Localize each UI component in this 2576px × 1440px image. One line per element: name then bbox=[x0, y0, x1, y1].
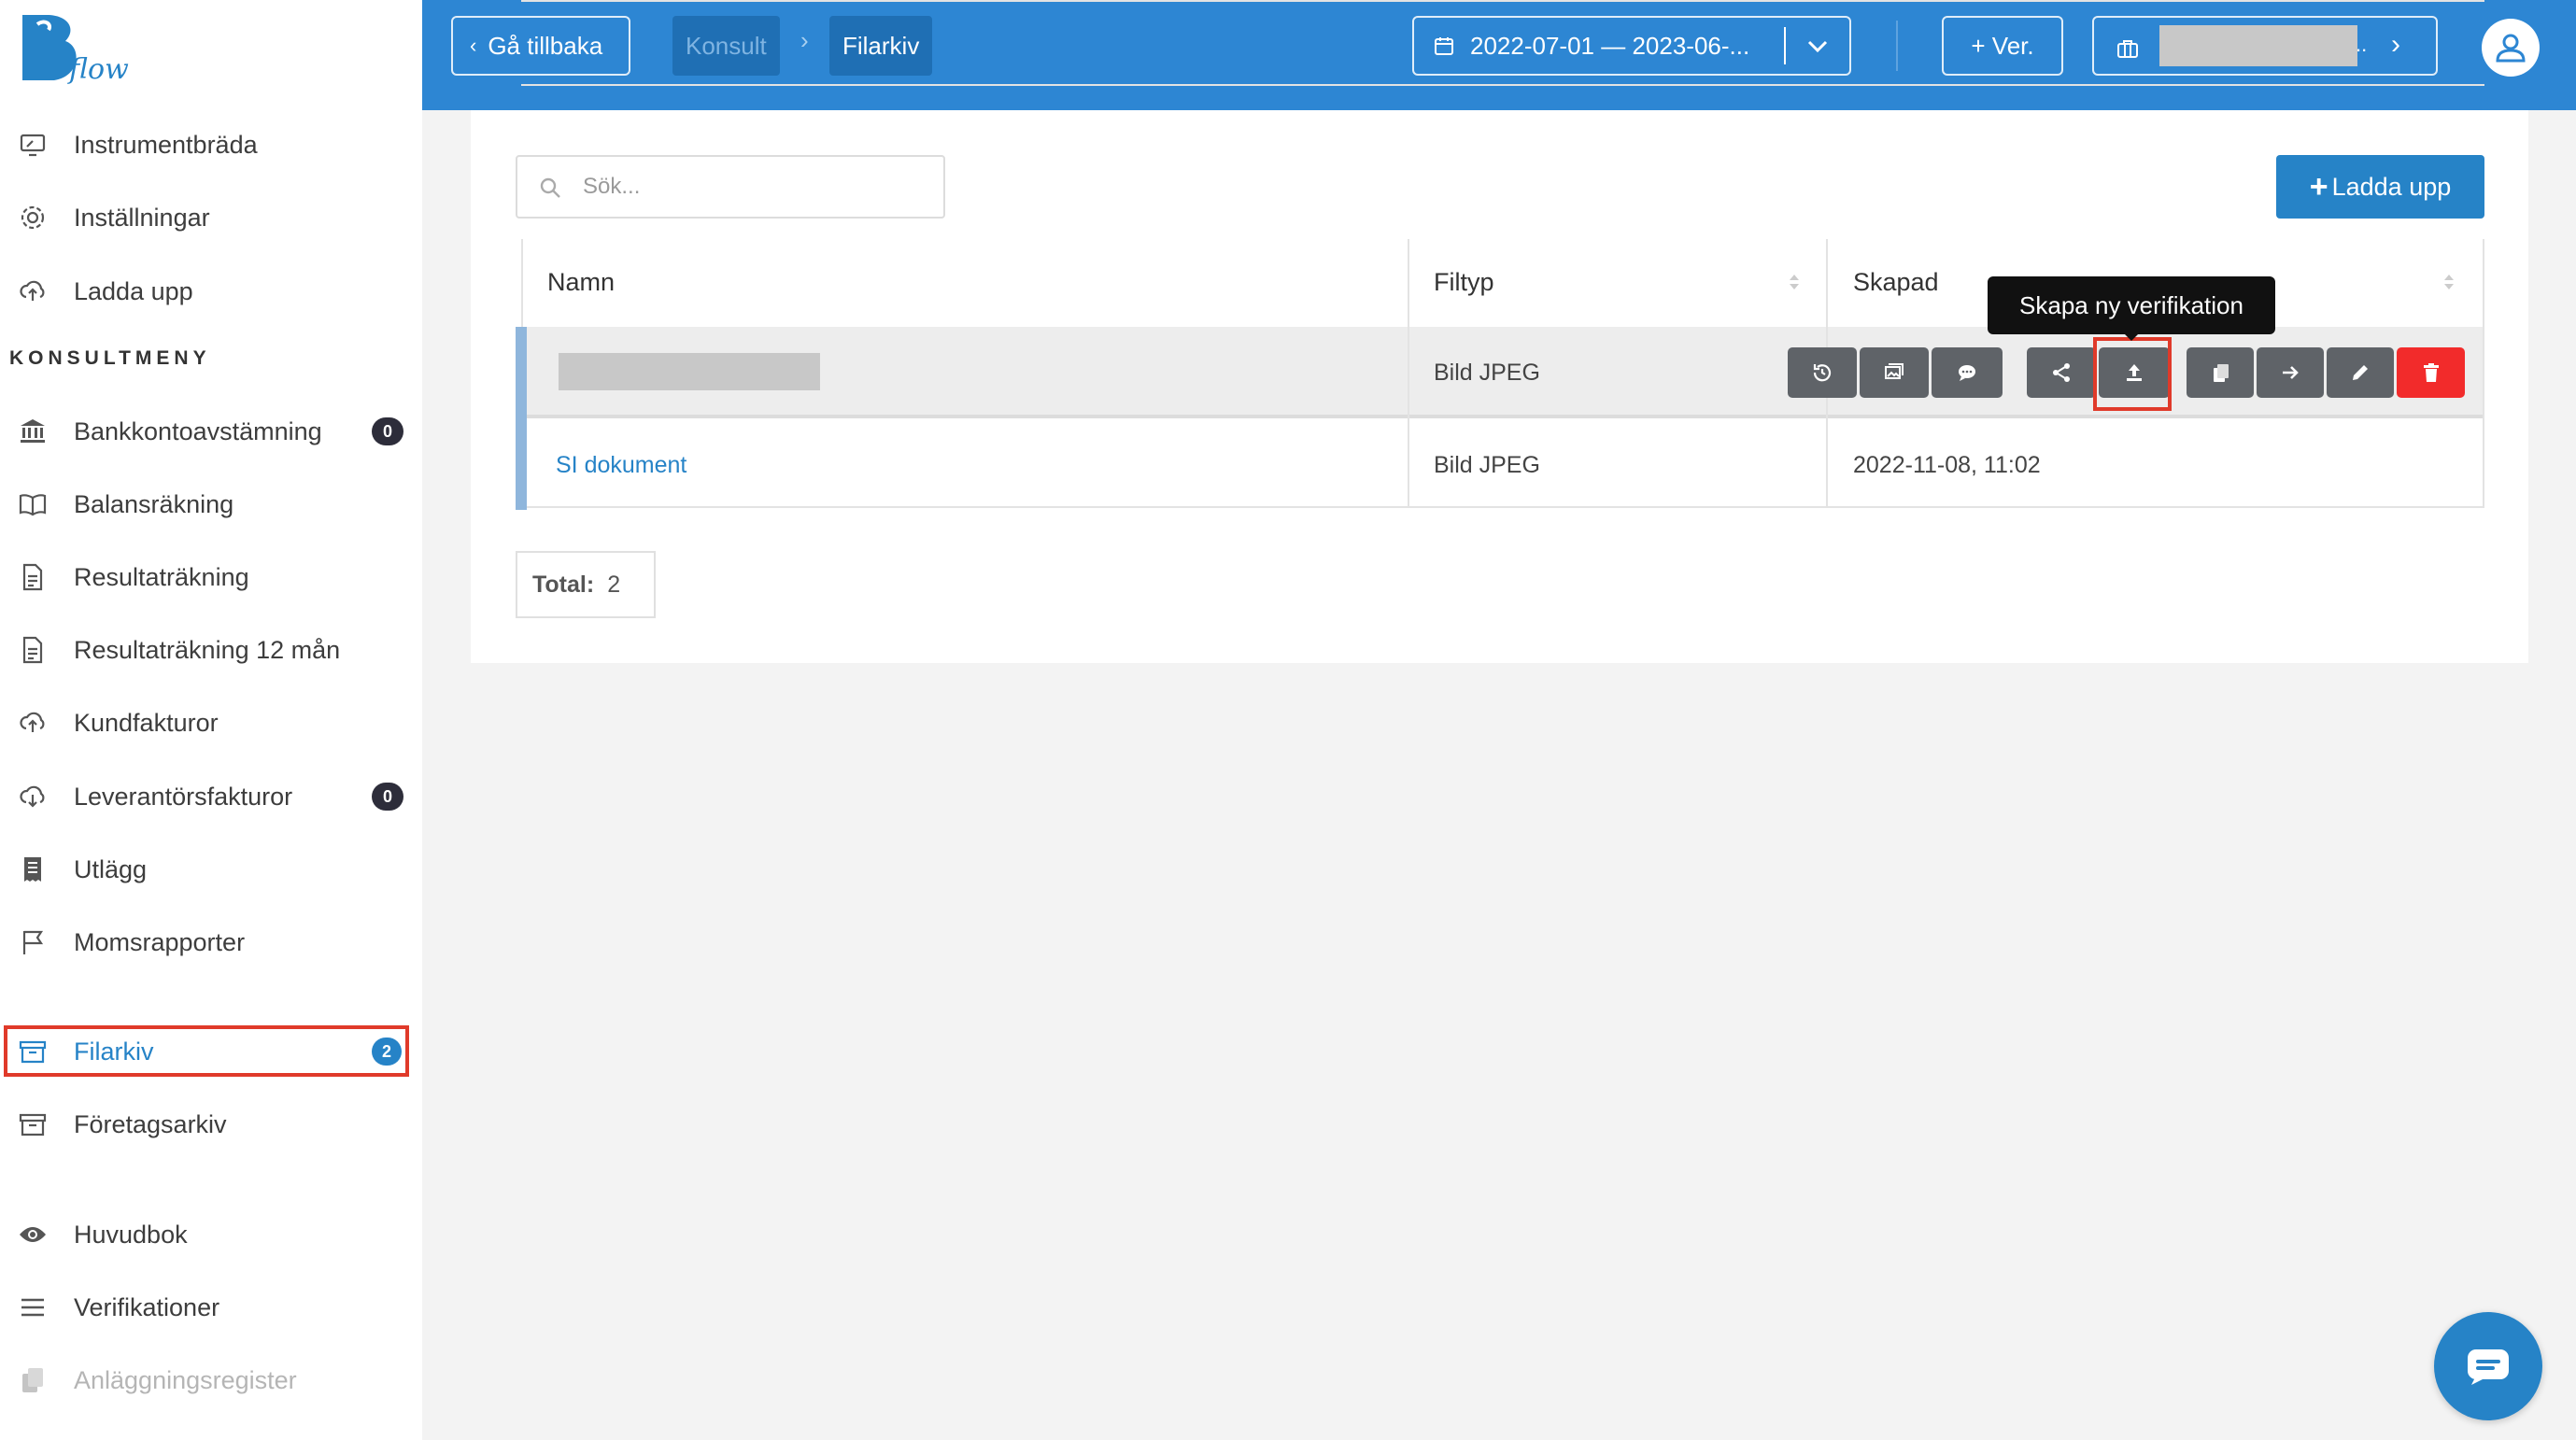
cloud-download-icon bbox=[17, 781, 49, 812]
sidebar-item-momsrapporter[interactable]: Momsrapporter bbox=[0, 907, 422, 978]
copy-icon bbox=[17, 1364, 49, 1396]
total-value: 2 bbox=[607, 571, 621, 598]
svg-text:flow: flow bbox=[67, 53, 129, 86]
search-placeholder: Sök... bbox=[583, 174, 641, 199]
user-avatar[interactable] bbox=[2482, 19, 2540, 77]
total-count: Total: 2 bbox=[516, 551, 656, 618]
sidebar-item-anlaggningsregister[interactable]: Anläggningsregister bbox=[0, 1345, 422, 1416]
edit-button[interactable] bbox=[2327, 347, 2394, 398]
upload-button[interactable]: + Ladda upp bbox=[2276, 155, 2484, 219]
sort-icon[interactable] bbox=[1788, 273, 1801, 291]
menu-lines-icon bbox=[17, 1292, 49, 1323]
divider bbox=[2483, 239, 2484, 508]
file-type: Bild JPEG bbox=[1434, 451, 1540, 478]
delete-button[interactable] bbox=[2397, 347, 2465, 398]
sidebar-item-label: Leverantörsfakturor bbox=[74, 782, 293, 811]
move-button[interactable] bbox=[2257, 347, 2324, 398]
count-badge: 0 bbox=[372, 783, 403, 811]
book-icon bbox=[17, 488, 49, 520]
sidebar-item-label: Ladda upp bbox=[74, 276, 193, 305]
sidebar-item-foretagsarkiv[interactable]: Företagsarkiv bbox=[0, 1089, 422, 1160]
bank-icon bbox=[17, 416, 49, 447]
copy-button[interactable] bbox=[2187, 347, 2254, 398]
divider bbox=[1408, 239, 1409, 508]
share-button[interactable] bbox=[2027, 347, 2096, 398]
highlight-box-filarkiv bbox=[4, 1025, 409, 1077]
sidebar-item-resultatrakning-12[interactable]: Resultaträkning 12 mån bbox=[0, 614, 422, 685]
comment-icon bbox=[1959, 365, 1975, 381]
section-title-konsultmeny: KONSULTMENY bbox=[9, 347, 211, 369]
chat-icon bbox=[2468, 1349, 2509, 1385]
images-icon bbox=[1885, 363, 1904, 379]
sidebar: flow Instrumentbräda Inställningar Ladda… bbox=[0, 0, 422, 1440]
sidebar-item-utlagg[interactable]: Utlägg bbox=[0, 834, 422, 905]
sidebar-item-resultatrakning[interactable]: Resultaträkning bbox=[0, 542, 422, 613]
sidebar-item-ladda-upp[interactable]: Ladda upp bbox=[0, 256, 422, 327]
archive-icon bbox=[17, 1108, 49, 1140]
document-icon bbox=[17, 561, 49, 593]
search-input[interactable]: Sök... bbox=[516, 155, 945, 219]
sidebar-item-label: Instrumentbräda bbox=[74, 130, 258, 159]
file-created: 2022-11-08, 11:02 bbox=[1853, 451, 2041, 478]
chat-widget-button[interactable] bbox=[2434, 1312, 2542, 1420]
arrow-right-icon bbox=[2283, 366, 2299, 379]
sidebar-item-label: Utlägg bbox=[74, 854, 148, 883]
sidebar-item-label: Kundfakturor bbox=[74, 708, 219, 737]
monitor-icon bbox=[17, 129, 49, 161]
sidebar-item-label: Balansräkning bbox=[74, 489, 234, 518]
sidebar-item-huvudbok[interactable]: Huvudbok bbox=[0, 1199, 422, 1270]
tooltip: Skapa ny verifikation bbox=[1988, 276, 2275, 334]
sidebar-item-label: Verifikationer bbox=[74, 1292, 220, 1321]
chevron-left-icon: ‹ bbox=[470, 34, 477, 57]
cloud-upload-icon bbox=[17, 275, 49, 307]
table-header bbox=[521, 0, 2484, 86]
sidebar-item-label: Resultaträkning bbox=[74, 562, 249, 591]
sort-icon[interactable] bbox=[2442, 273, 2456, 291]
logo[interactable]: flow bbox=[17, 9, 138, 86]
copy-icon bbox=[2214, 364, 2229, 382]
plus-icon: + bbox=[2309, 169, 2328, 205]
share-icon bbox=[2053, 363, 2070, 382]
sidebar-item-verifikationer[interactable]: Verifikationer bbox=[0, 1272, 422, 1343]
upload-button-label: Ladda upp bbox=[2331, 172, 2452, 201]
sidebar-item-label: Inställningar bbox=[74, 203, 210, 232]
file-type: Bild JPEG bbox=[1434, 359, 1540, 386]
comment-button[interactable] bbox=[1932, 347, 2003, 398]
sidebar-item-label: Momsrapporter bbox=[74, 927, 246, 956]
document-icon bbox=[17, 634, 49, 666]
file-name-redacted[interactable] bbox=[559, 353, 820, 390]
file-name-link[interactable]: SI dokument bbox=[556, 422, 686, 508]
column-header-skapad[interactable]: Skapad bbox=[1853, 239, 1939, 325]
column-header-namn[interactable]: Namn bbox=[547, 239, 615, 325]
sidebar-item-installningar[interactable]: Inställningar bbox=[0, 182, 422, 253]
pencil-icon bbox=[2353, 365, 2368, 380]
sidebar-item-label: Bankkontoavstämning bbox=[74, 416, 322, 445]
sidebar-item-label: Företagsarkiv bbox=[74, 1109, 227, 1138]
sidebar-item-instrumentbrada[interactable]: Instrumentbräda bbox=[0, 109, 422, 180]
divider bbox=[521, 239, 523, 327]
cloud-upload-icon bbox=[17, 707, 49, 739]
tooltip-arrow bbox=[2123, 332, 2140, 341]
search-icon bbox=[538, 176, 562, 200]
eye-icon bbox=[17, 1219, 49, 1250]
sidebar-item-balansrakning[interactable]: Balansräkning bbox=[0, 469, 422, 540]
images-button[interactable] bbox=[1860, 347, 1929, 398]
sidebar-item-label: Resultaträkning 12 mån bbox=[74, 635, 341, 664]
sidebar-item-label: Anläggningsregister bbox=[74, 1365, 297, 1394]
sidebar-item-bankkontoavstamning[interactable]: Bankkontoavstämning 0 bbox=[0, 396, 422, 467]
trash-icon bbox=[2423, 363, 2439, 382]
count-badge: 0 bbox=[372, 417, 403, 445]
column-header-filtyp[interactable]: Filtyp bbox=[1434, 239, 1494, 325]
total-label: Total: bbox=[532, 571, 595, 598]
row-indicator bbox=[516, 327, 527, 510]
receipt-icon bbox=[17, 854, 49, 885]
highlight-box-create-verification bbox=[2093, 337, 2172, 411]
history-icon bbox=[1813, 364, 1832, 382]
history-button[interactable] bbox=[1788, 347, 1857, 398]
sidebar-item-leverantorsfakturor[interactable]: Leverantörsfakturor 0 bbox=[0, 761, 422, 832]
gear-icon bbox=[17, 202, 49, 233]
sidebar-item-label: Huvudbok bbox=[74, 1220, 188, 1249]
sidebar-item-kundfakturor[interactable]: Kundfakturor bbox=[0, 687, 422, 758]
flag-icon bbox=[17, 926, 49, 958]
